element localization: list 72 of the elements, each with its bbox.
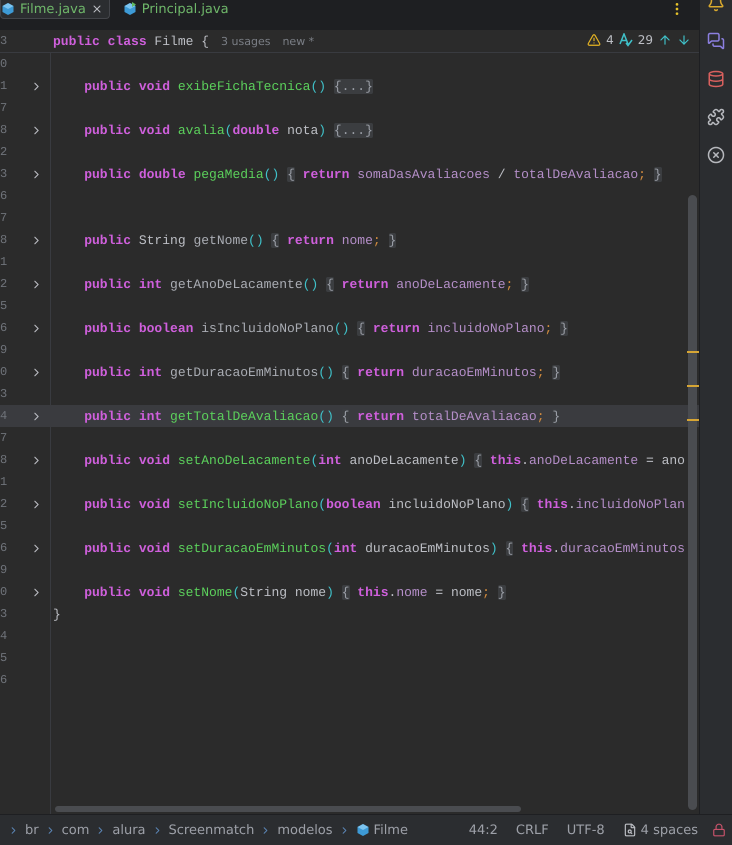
class-icon	[356, 823, 370, 837]
line-number: 3	[0, 607, 8, 621]
line-number: 7	[0, 431, 8, 445]
code-line: public int getAnoDeLacamente() { return anoDeLacamente; }	[83, 276, 529, 292]
line-number: 4	[0, 629, 8, 643]
code-line: public String getNome() { return nome; }	[83, 232, 396, 248]
line-number: 0	[0, 585, 8, 599]
code-line: public int getTotalDeAvaliacao() { return totalDeAvaliacao; }	[83, 408, 560, 424]
code-line: public void setNome(String nome) { this.nome = nome; }	[83, 584, 506, 600]
line-number: 1	[0, 475, 8, 489]
typo-count: 29	[638, 33, 653, 47]
code-line: public boolean isIncluidoNoPlano() { return incluidoNoPlano; }	[83, 320, 568, 336]
file-encoding[interactable]: UTF-8	[566, 822, 605, 838]
line-number: 1	[0, 79, 8, 93]
inlay-hint[interactable]: 3 usages	[221, 34, 270, 48]
file-tab[interactable]: Filme.java	[0, 0, 110, 19]
close-icon[interactable]	[90, 3, 103, 15]
line-number: 3	[0, 387, 8, 401]
breadcrumb[interactable]: Filme	[356, 822, 408, 838]
code-line: public void avalia(double nota) {...}	[83, 122, 373, 138]
caret-position[interactable]: 44:2	[468, 822, 498, 838]
horizontal-scrollbar[interactable]	[55, 806, 521, 812]
vertical-scrollbar[interactable]	[688, 195, 697, 810]
line-number: 0	[0, 365, 8, 379]
line-number: 3	[0, 167, 8, 181]
warning-count: 4	[606, 33, 614, 47]
breadcrumb[interactable]: br	[25, 822, 39, 838]
line-number: 9	[0, 343, 8, 357]
line-number: 2	[0, 497, 8, 511]
file-search-icon	[622, 823, 637, 837]
line-number: 5	[0, 651, 8, 665]
line-number: 8	[0, 123, 8, 137]
file-tab[interactable]: Principal.java	[122, 0, 236, 19]
inlay-hint[interactable]: new *	[282, 34, 314, 48]
line-number: 3	[0, 34, 8, 48]
line-number: 2	[0, 145, 8, 159]
code-line: public class Filme {	[52, 34, 210, 48]
line-number: 6	[0, 541, 8, 555]
line-separator[interactable]: CRLF	[516, 822, 549, 838]
breadcrumb[interactable]: com	[62, 822, 90, 838]
line-number: 7	[0, 101, 8, 115]
warning-icon[interactable]	[587, 33, 602, 47]
spellcheck-icon[interactable]	[618, 33, 633, 47]
code-line: public int getDuracaoEmMinutos() { return duracaoEmMinutos; }	[83, 364, 560, 380]
line-number: 6	[0, 189, 8, 203]
line-number: 7	[0, 211, 8, 225]
line-number: 6	[0, 673, 8, 687]
code-line: }	[52, 606, 61, 622]
code-line: public void setDuracaoEmMinutos(int duracaoEmMinutos) { this.duracaoEmMinutos	[83, 540, 685, 556]
line-number: 4	[0, 409, 8, 423]
breadcrumb[interactable]: modelos	[277, 822, 333, 838]
line-number: 5	[0, 299, 8, 313]
breadcrumb[interactable]: alura	[112, 822, 146, 838]
code-line: public void setAnoDeLacamente(int anoDeLacamente) { this.anoDeLacamente = ano	[83, 452, 685, 468]
line-number: 8	[0, 233, 8, 247]
line-number: 8	[0, 453, 8, 467]
line-number: 9	[0, 563, 8, 577]
code-line: public double pegaMedia() { return somaDasAvaliacoes / totalDeAvaliacao; }	[83, 166, 662, 182]
line-number: 0	[0, 57, 8, 71]
line-number: 5	[0, 519, 8, 533]
line-number: 2	[0, 277, 8, 291]
database-icon[interactable]	[707, 70, 725, 88]
chat-icon[interactable]	[707, 32, 725, 50]
code-line: public void setIncluidoNoPlano(boolean incluidoNoPlano) { this.incluidoNoPlan	[83, 496, 685, 512]
code-line: public void exibeFichaTecnica() {...}	[83, 78, 373, 94]
indent-setting[interactable]: 4 spaces	[622, 822, 698, 838]
lock-icon[interactable]	[712, 823, 726, 837]
line-number: 6	[0, 321, 8, 335]
breadcrumb[interactable]: Screenmatch	[168, 822, 254, 838]
line-number: 1	[0, 255, 8, 269]
x-circle-icon[interactable]	[707, 146, 725, 164]
puzzle-icon[interactable]	[707, 108, 725, 126]
